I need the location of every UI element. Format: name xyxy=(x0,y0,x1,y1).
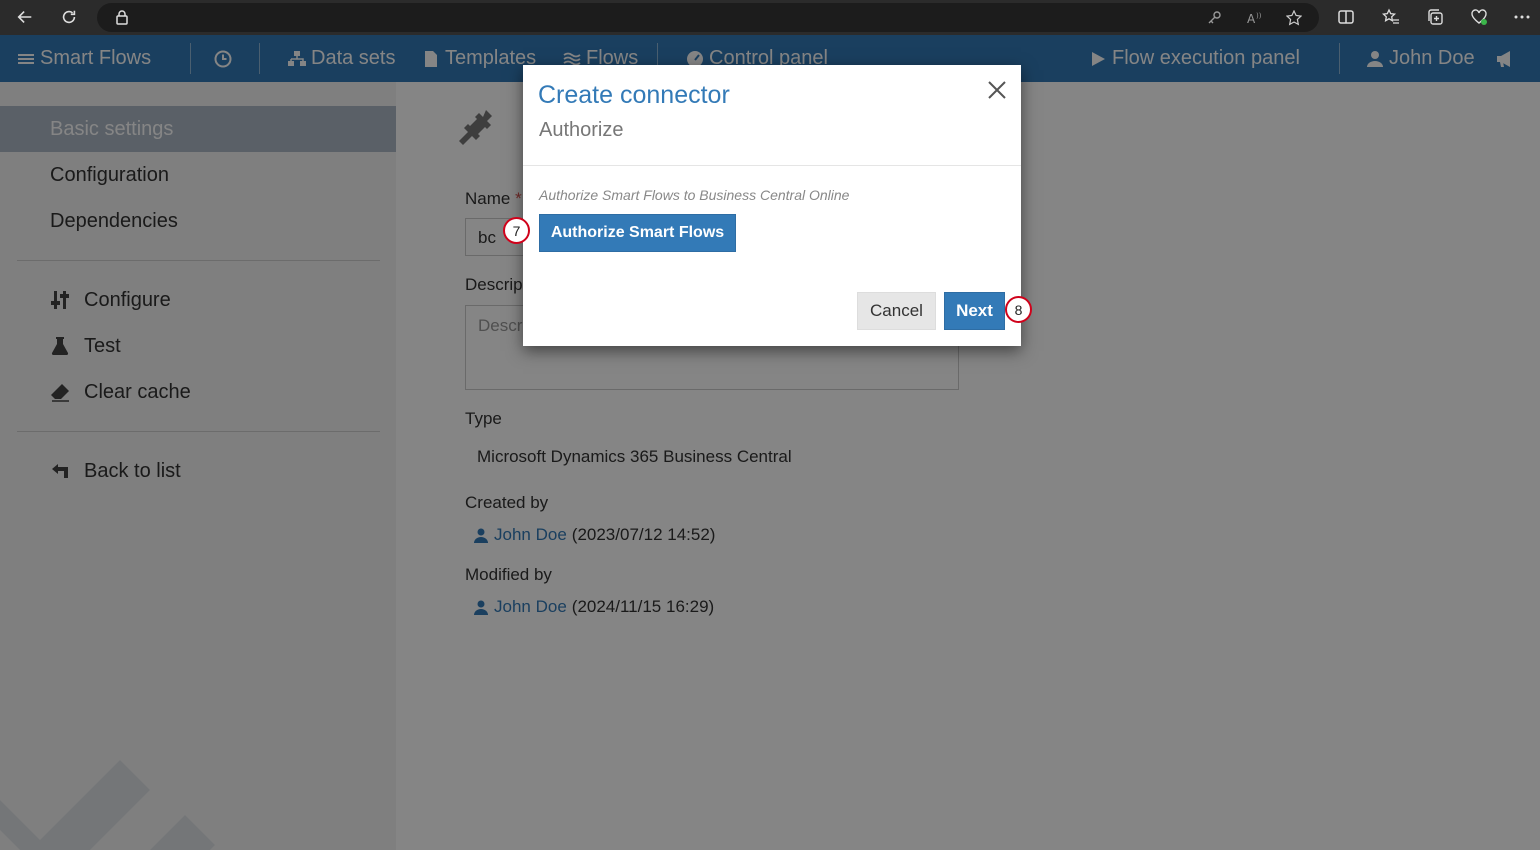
lock-icon xyxy=(116,10,128,25)
svg-text:)): )) xyxy=(1256,12,1262,20)
favorite-star-icon[interactable] xyxy=(1286,10,1302,26)
authorize-button[interactable]: Authorize Smart Flows xyxy=(539,214,736,252)
split-screen-icon[interactable] xyxy=(1334,5,1358,29)
read-aloud-icon[interactable]: A)) xyxy=(1246,10,1262,26)
browser-toolbar: A)) xyxy=(0,0,1540,35)
modal-subtitle: Authorize xyxy=(539,119,624,141)
health-icon[interactable] xyxy=(1467,5,1491,29)
cancel-button[interactable]: Cancel xyxy=(857,292,936,330)
address-bar[interactable]: A)) xyxy=(97,3,1319,32)
svg-text:A: A xyxy=(1247,12,1256,26)
step-marker: 8 xyxy=(1005,296,1032,323)
back-icon[interactable] xyxy=(13,5,37,29)
collections-icon[interactable] xyxy=(1423,5,1447,29)
modal-title: Create connector xyxy=(538,81,730,109)
close-icon[interactable] xyxy=(986,79,1008,101)
more-icon[interactable] xyxy=(1510,5,1534,29)
next-button[interactable]: Next xyxy=(944,292,1005,330)
modal-divider xyxy=(523,165,1021,166)
favorites-icon[interactable] xyxy=(1379,5,1403,29)
key-icon[interactable] xyxy=(1206,10,1222,26)
step-marker: 7 xyxy=(503,217,530,244)
refresh-icon[interactable] xyxy=(57,5,81,29)
authorize-hint: Authorize Smart Flows to Business Centra… xyxy=(539,187,850,203)
create-connector-dialog: Create connector Authorize Authorize Sma… xyxy=(523,65,1021,346)
